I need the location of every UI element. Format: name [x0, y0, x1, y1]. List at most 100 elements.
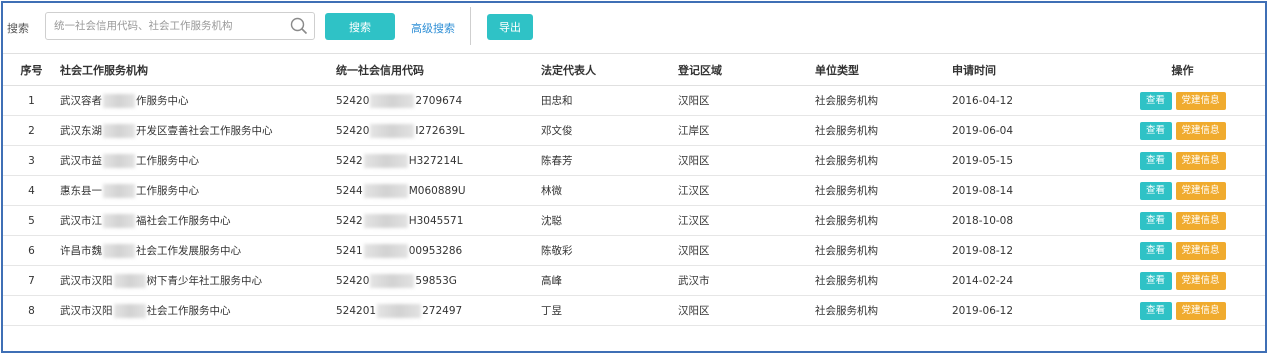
- cell-unit-type: 社会服务机构: [815, 205, 952, 236]
- party-info-button[interactable]: 党建信息: [1175, 211, 1226, 230]
- cell-org: 惠东县一 工作服务中心: [60, 175, 336, 206]
- cell-region: 汉阳区: [678, 295, 815, 326]
- cell-actions: 查看 党建信息: [1100, 295, 1265, 326]
- cell-index: 3: [3, 145, 60, 176]
- cell-region: 武汉市: [678, 265, 815, 296]
- cell-apply-date: 2019-08-14: [952, 175, 1100, 206]
- cell-apply-date: 2018-10-08: [952, 205, 1100, 236]
- cell-actions: 查看 党建信息: [1100, 235, 1265, 266]
- cell-actions: 查看 党建信息: [1100, 145, 1265, 176]
- cell-region: 江汉区: [678, 175, 815, 206]
- table-row: 3 武汉市益 工作服务中心 5242 H327214L 陈春芳 汉阳区 社会服务机构 2019-…: [3, 145, 1265, 176]
- view-button[interactable]: 查看: [1139, 241, 1172, 260]
- redacted-mask: [377, 303, 422, 318]
- cell-region: 汉阳区: [678, 145, 815, 176]
- view-button[interactable]: 查看: [1139, 271, 1172, 290]
- cell-legal-rep: 陈敬彩: [541, 235, 678, 266]
- redacted-mask: [363, 153, 408, 168]
- party-info-button[interactable]: 党建信息: [1175, 181, 1226, 200]
- party-info-button[interactable]: 党建信息: [1175, 301, 1226, 320]
- redacted-mask: [103, 244, 135, 258]
- org-table: 序号 社会工作服务机构 统一社会信用代码 法定代表人 登记区域 单位类型 申请时…: [3, 53, 1265, 326]
- table-row: 7 武汉市汉阳 树下青少年社工服务中心 52420 59853G 高峰 武汉市 社会服务机构 2…: [3, 265, 1265, 296]
- table-row: 2 武汉东湖 开发区壹善社会工作服务中心 52420 I272639L 邓文俊 江岸区 社会服…: [3, 115, 1265, 146]
- header-legal-rep: 法定代表人: [541, 53, 678, 86]
- table-row: 1 武汉容者 作服务中心 52420 2709674 田忠和 汉阳区 社会服务机构 2016-0…: [3, 85, 1265, 116]
- table-row: 5 武汉市江 福社会工作服务中心 5242 H3045571 沈聪 江汉区 社会服务机构 201…: [3, 205, 1265, 236]
- cell-unit-type: 社会服务机构: [815, 85, 952, 116]
- cell-legal-rep: 沈聪: [541, 205, 678, 236]
- redacted-mask: [103, 214, 135, 228]
- cell-credit-code: 5242 H327214L: [336, 145, 541, 176]
- cell-index: 7: [3, 265, 60, 296]
- view-button[interactable]: 查看: [1139, 151, 1172, 170]
- cell-org: 武汉市江 福社会工作服务中心: [60, 205, 336, 236]
- header-region: 登记区域: [678, 53, 815, 86]
- search-input[interactable]: [46, 13, 284, 39]
- cell-org: 武汉东湖 开发区壹善社会工作服务中心: [60, 115, 336, 146]
- view-button[interactable]: 查看: [1139, 301, 1172, 320]
- header-org: 社会工作服务机构: [60, 53, 336, 86]
- cell-index: 4: [3, 175, 60, 206]
- redacted-mask: [113, 274, 146, 288]
- cell-actions: 查看 党建信息: [1100, 205, 1265, 236]
- redacted-mask: [103, 94, 135, 108]
- party-info-button[interactable]: 党建信息: [1175, 121, 1226, 140]
- cell-index: 1: [3, 85, 60, 116]
- cell-unit-type: 社会服务机构: [815, 295, 952, 326]
- cell-region: 江岸区: [678, 115, 815, 146]
- redacted-mask: [370, 273, 415, 288]
- header-credit-code: 统一社会信用代码: [336, 53, 541, 86]
- cell-index: 8: [3, 295, 60, 326]
- party-info-button[interactable]: 党建信息: [1175, 91, 1226, 110]
- cell-index: 2: [3, 115, 60, 146]
- table-row: 6 许昌市魏 社会工作发展服务中心 5241 00953286 陈敬彩 汉阳区 社会服务机构 2…: [3, 235, 1265, 266]
- export-button[interactable]: 导出: [487, 14, 533, 40]
- redacted-mask: [370, 123, 415, 138]
- header-index: 序号: [3, 53, 60, 86]
- search-button[interactable]: 搜索: [325, 13, 395, 40]
- cell-legal-rep: 林微: [541, 175, 678, 206]
- cell-unit-type: 社会服务机构: [815, 115, 952, 146]
- search-box[interactable]: [45, 12, 315, 40]
- party-info-button[interactable]: 党建信息: [1175, 151, 1226, 170]
- view-button[interactable]: 查看: [1139, 211, 1172, 230]
- advanced-search-link[interactable]: 高级搜索: [411, 20, 455, 36]
- cell-index: 6: [3, 235, 60, 266]
- cell-credit-code: 5241 00953286: [336, 235, 541, 266]
- search-icon[interactable]: [290, 17, 308, 35]
- search-label: 搜索: [7, 22, 29, 35]
- party-info-button[interactable]: 党建信息: [1175, 271, 1226, 290]
- redacted-mask: [363, 243, 408, 258]
- table-row: 4 惠东县一 工作服务中心 5244 M060889U 林微 江汉区 社会服务机构 2019-0…: [3, 175, 1265, 206]
- redacted-mask: [363, 183, 408, 198]
- cell-org: 武汉市益 工作服务中心: [60, 145, 336, 176]
- cell-region: 江汉区: [678, 205, 815, 236]
- header-apply-date: 申请时间: [952, 53, 1100, 86]
- cell-unit-type: 社会服务机构: [815, 265, 952, 296]
- cell-apply-date: 2016-04-12: [952, 85, 1100, 116]
- party-info-button[interactable]: 党建信息: [1175, 241, 1226, 260]
- cell-index: 5: [3, 205, 60, 236]
- redacted-mask: [103, 184, 135, 198]
- cell-org: 武汉市汉阳 社会工作服务中心: [60, 295, 336, 326]
- cell-credit-code: 52420 59853G: [336, 265, 541, 296]
- redacted-mask: [370, 93, 415, 108]
- cell-legal-rep: 邓文俊: [541, 115, 678, 146]
- view-button[interactable]: 查看: [1139, 181, 1172, 200]
- cell-actions: 查看 党建信息: [1100, 265, 1265, 296]
- table-body: 1 武汉容者 作服务中心 52420 2709674 田忠和 汉阳区 社会服务机构 2016-0…: [3, 85, 1265, 326]
- header-actions: 操作: [1100, 53, 1265, 86]
- cell-credit-code: 5242 H3045571: [336, 205, 541, 236]
- cell-apply-date: 2014-02-24: [952, 265, 1100, 296]
- cell-legal-rep: 高峰: [541, 265, 678, 296]
- main-panel: 搜索 搜索 高级搜索 导出 序号 社会工作服务机构 统一社会信用代码 法定代表人…: [1, 1, 1267, 353]
- cell-credit-code: 52420 2709674: [336, 85, 541, 116]
- cell-apply-date: 2019-08-12: [952, 235, 1100, 266]
- table-header-row: 序号 社会工作服务机构 统一社会信用代码 法定代表人 登记区域 单位类型 申请时…: [3, 53, 1265, 86]
- cell-unit-type: 社会服务机构: [815, 145, 952, 176]
- view-button[interactable]: 查看: [1139, 91, 1172, 110]
- cell-actions: 查看 党建信息: [1100, 115, 1265, 146]
- view-button[interactable]: 查看: [1139, 121, 1172, 140]
- redacted-mask: [103, 154, 135, 168]
